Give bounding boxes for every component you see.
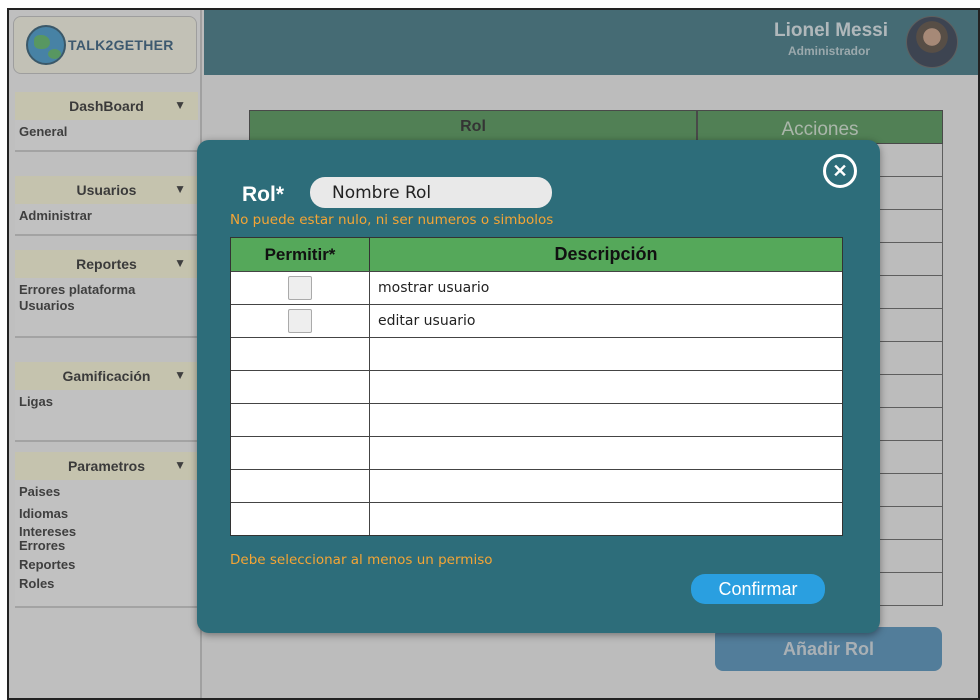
description-cell: editar usuario: [378, 313, 476, 329]
permission-error-message: Debe seleccionar al menos un permiso: [230, 552, 493, 568]
permitir-cell: [231, 437, 370, 469]
permission-checkbox[interactable]: [288, 276, 312, 300]
table-row: [231, 337, 842, 370]
permitir-cell: [231, 371, 370, 403]
description-cell: mostrar usuario: [378, 280, 490, 296]
table-row: [231, 469, 842, 502]
column-header-permitir: Permitir*: [231, 238, 370, 271]
add-rol-modal: ✕ Rol* No puede estar nulo, ni ser numer…: [197, 140, 880, 633]
app-window: TALK2GETHER DashBoard ▼ General Usuarios…: [7, 8, 980, 700]
permitir-cell: [231, 338, 370, 370]
description-cell: [370, 338, 842, 370]
permitir-cell: [231, 404, 370, 436]
table-row: [231, 436, 842, 469]
rol-name-input[interactable]: [310, 177, 552, 208]
permitir-cell: [231, 470, 370, 502]
table-row: [231, 403, 842, 436]
permitir-cell: [231, 305, 370, 337]
rol-error-message: No puede estar nulo, ni ser numeros o si…: [230, 212, 554, 228]
permitir-cell: [231, 503, 370, 535]
description-cell: [370, 503, 842, 535]
table-row: [231, 502, 842, 535]
permissions-table: Permitir* Descripción mostrar usuario ed…: [230, 237, 843, 536]
table-row: editar usuario: [231, 304, 842, 337]
table-row: [231, 370, 842, 403]
column-header-descripcion: Descripción: [554, 244, 658, 264]
table-row: mostrar usuario: [231, 271, 842, 304]
confirm-button[interactable]: Confirmar: [691, 574, 825, 604]
close-icon[interactable]: ✕: [823, 154, 857, 188]
description-cell: [370, 404, 842, 436]
description-cell: [370, 371, 842, 403]
rol-label: Rol*: [242, 183, 284, 206]
permissions-table-header: Permitir* Descripción: [231, 238, 842, 271]
description-cell: [370, 470, 842, 502]
permission-checkbox[interactable]: [288, 309, 312, 333]
permitir-cell: [231, 272, 370, 304]
description-cell: [370, 437, 842, 469]
